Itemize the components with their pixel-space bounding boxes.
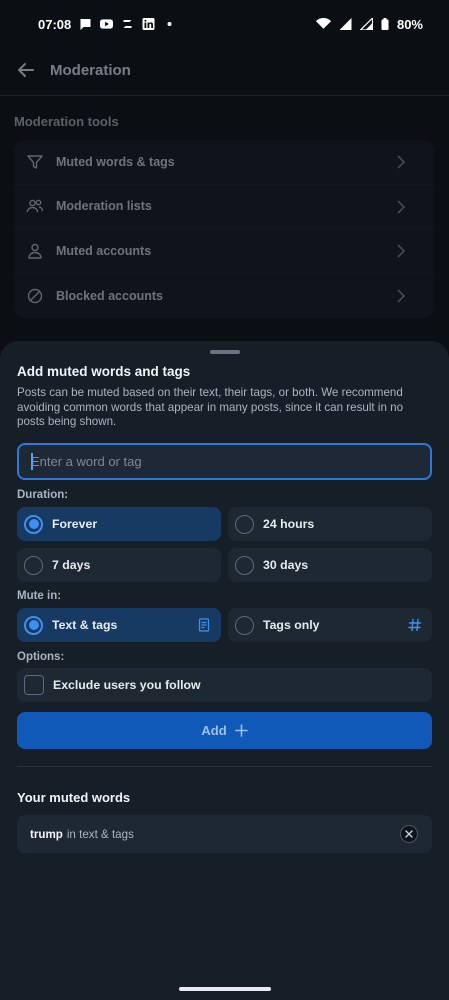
sheet-drag-handle[interactable] [210, 350, 240, 354]
tool-item-label: Moderation lists [56, 199, 152, 214]
document-icon [198, 618, 210, 632]
add-button-label: Add [201, 723, 227, 738]
battery-percent: 80% [396, 16, 423, 32]
exclude-following-checkbox-row[interactable]: Exclude users you follow [17, 668, 432, 702]
status-time: 07:08 [38, 16, 72, 32]
zcash-icon [123, 20, 132, 28]
option-label: Text & tags [52, 618, 118, 632]
option-label: Tags only [263, 618, 320, 632]
radio-unselected [235, 514, 254, 534]
chevron-right-icon [397, 155, 406, 169]
sheet-description: Posts can be muted based on their text, … [17, 386, 404, 428]
chevron-right-icon [397, 199, 406, 214]
checkbox-label: Exclude users you follow [53, 678, 201, 692]
word-input[interactable] [17, 443, 432, 480]
page-title: Moderation [50, 61, 131, 79]
options-label: Options: [17, 651, 65, 663]
radio-selected [24, 615, 43, 635]
tool-item-label: Muted words & tags [56, 154, 175, 169]
mute-in-text-tags-option[interactable]: Text & tags [17, 608, 221, 642]
option-label: 24 hours [263, 517, 315, 531]
radio-unselected [235, 555, 254, 575]
mute-in-label: Mute in: [17, 590, 62, 602]
chevron-right-icon [397, 288, 406, 303]
text-caret [31, 453, 33, 470]
filter-icon [27, 155, 43, 169]
tool-item-label: Blocked accounts [56, 288, 163, 303]
app-header: Moderation [0, 48, 449, 92]
tool-item-muted-accounts[interactable]: Muted accounts [14, 229, 434, 274]
plus-icon [234, 724, 248, 737]
tool-item-moderation-lists[interactable]: Moderation lists [14, 185, 434, 229]
section-title: Moderation tools [14, 114, 119, 129]
signal-icon [359, 18, 373, 30]
tool-item-blocked-accounts[interactable]: Blocked accounts [14, 274, 434, 319]
mute-in-tags-only-option[interactable]: Tags only [228, 608, 432, 642]
radio-selected [24, 514, 43, 534]
youtube-icon [100, 19, 114, 29]
back-arrow-icon[interactable] [16, 60, 36, 80]
sheet-title: Add muted words and tags [17, 364, 191, 379]
wifi-icon [315, 18, 331, 29]
status-bar: 07:08 80% [0, 0, 449, 48]
header-divider [0, 95, 449, 96]
option-label: 7 days [52, 558, 91, 572]
duration-30d-option[interactable]: 30 days [228, 548, 432, 582]
radio-unselected [235, 615, 254, 635]
muted-word-item: trump in text & tags [17, 815, 432, 853]
option-label: 30 days [263, 558, 309, 572]
block-icon [27, 288, 43, 303]
people-icon [26, 199, 44, 213]
radio-unselected [24, 555, 43, 575]
duration-24h-option[interactable]: 24 hours [228, 507, 432, 541]
hash-icon [408, 618, 422, 632]
add-button[interactable]: Add [17, 712, 432, 749]
close-icon [405, 830, 413, 838]
chevron-right-icon [397, 244, 406, 258]
muted-word-context: in text & tags [66, 827, 134, 841]
muted-words-sheet: Add muted words and tags Posts can be mu… [0, 341, 449, 1000]
person-icon [28, 243, 42, 259]
checkbox[interactable] [24, 675, 44, 695]
remove-muted-word-button[interactable] [400, 825, 418, 843]
duration-7d-option[interactable]: 7 days [17, 548, 221, 582]
section-divider [17, 766, 432, 767]
message-icon [80, 19, 91, 30]
option-label: Forever [52, 517, 98, 531]
duration-label: Duration: [17, 489, 69, 501]
muted-word: trump [30, 827, 63, 841]
signal-icon [339, 18, 352, 30]
tool-item-muted-words[interactable]: Muted words & tags [14, 140, 434, 185]
battery-icon [381, 18, 389, 30]
linkedin-icon [142, 18, 155, 30]
home-indicator[interactable] [179, 987, 271, 991]
duration-forever-option[interactable]: Forever [17, 507, 221, 541]
tool-item-label: Muted accounts [56, 243, 152, 258]
dot-icon [167, 22, 172, 26]
muted-words-title: Your muted words [17, 790, 131, 805]
moderation-tools-list: Muted words & tags Moderation lists Mute… [14, 140, 434, 318]
